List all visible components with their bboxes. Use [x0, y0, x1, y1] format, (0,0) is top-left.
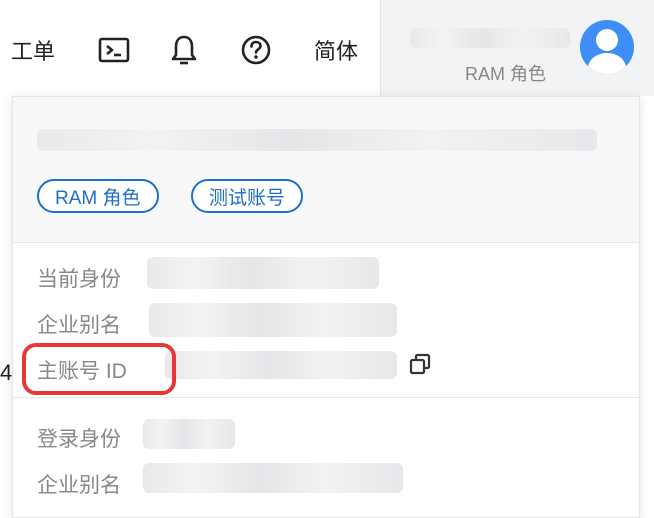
label-enterprise-alias: 企业别名: [37, 314, 121, 337]
terminal-icon: [98, 37, 130, 63]
terminal-button[interactable]: [94, 30, 134, 70]
account-role-label: RAM 角色: [465, 64, 546, 84]
notification-button[interactable]: [166, 30, 202, 70]
tag-test-account[interactable]: 测试账号: [191, 179, 304, 213]
main-account-id-value-redacted: [165, 351, 397, 379]
ticket-label: 工单: [10, 39, 55, 64]
background-partial-text: 4: [0, 360, 13, 385]
label-main-account-id: 主账号 ID: [37, 360, 127, 383]
language-label: 简体: [313, 39, 358, 64]
dropdown-header: RAM 角色 测试账号: [13, 97, 639, 243]
top-navbar: 工单 简体 RAM 角色: [0, 0, 654, 100]
account-id-redacted: [37, 129, 597, 151]
bell-icon: [171, 35, 197, 65]
account-dropdown: RAM 角色 测试账号 当前身份 企业别名 主账号 ID 登录身份 企业别名: [12, 96, 640, 518]
ticket-button[interactable]: 工单: [8, 30, 58, 70]
enterprise-alias-value-redacted: [149, 303, 397, 337]
enterprise-alias-2-value-redacted: [143, 463, 403, 493]
language-switch[interactable]: 简体: [308, 30, 364, 70]
help-button[interactable]: [236, 30, 276, 70]
label-login-identity: 登录身份: [37, 428, 121, 451]
tag-ram-role[interactable]: RAM 角色: [37, 179, 159, 213]
account-name-redacted: [410, 28, 570, 48]
login-identity-value-redacted: [143, 419, 235, 449]
avatar[interactable]: [580, 20, 634, 74]
label-enterprise-alias-2: 企业别名: [37, 474, 121, 497]
copy-icon[interactable]: [408, 352, 432, 376]
section-divider: [13, 397, 639, 398]
label-current-identity: 当前身份: [37, 268, 121, 291]
current-identity-value-redacted: [147, 257, 379, 289]
help-icon: [241, 35, 271, 65]
